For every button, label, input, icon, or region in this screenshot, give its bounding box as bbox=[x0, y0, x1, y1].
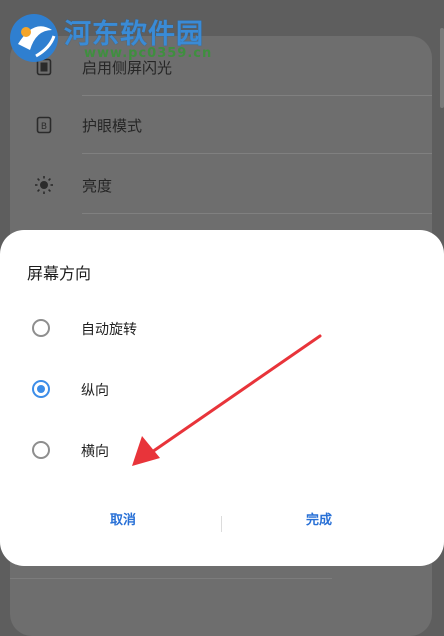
radio-dot bbox=[37, 385, 45, 393]
done-button[interactable]: 完成 bbox=[306, 509, 332, 528]
row-divider bbox=[10, 578, 332, 579]
scrollbar bbox=[440, 28, 444, 108]
cancel-button[interactable]: 取消 bbox=[110, 509, 136, 528]
option-portrait[interactable]: 纵向 bbox=[0, 363, 444, 419]
row-divider bbox=[82, 153, 432, 154]
option-landscape[interactable]: 横向 bbox=[0, 424, 444, 480]
option-label: 横向 bbox=[81, 444, 109, 460]
watermark-logo-icon bbox=[6, 10, 62, 66]
radio-unselected[interactable] bbox=[32, 441, 50, 459]
svg-text:B: B bbox=[41, 122, 47, 132]
radio-selected[interactable] bbox=[32, 380, 50, 398]
option-label: 自动旋转 bbox=[81, 322, 137, 338]
settings-row-eye-comfort: B 护眼模式 bbox=[10, 96, 432, 154]
button-divider bbox=[221, 516, 222, 532]
dialog-title: 屏幕方向 bbox=[27, 264, 92, 283]
option-label: 纵向 bbox=[81, 383, 109, 399]
eye-comfort-icon: B bbox=[34, 115, 54, 135]
settings-row-label: 护眼模式 bbox=[82, 116, 143, 135]
screen-orientation-dialog: 屏幕方向 自动旋转 纵向 横向 取消 完成 bbox=[0, 230, 444, 566]
settings-row-label: 亮度 bbox=[82, 176, 113, 195]
radio-unselected[interactable] bbox=[32, 319, 50, 337]
row-divider bbox=[82, 213, 432, 214]
watermark-url: www.pc0359.cn bbox=[84, 46, 213, 61]
brightness-sun-icon bbox=[34, 175, 54, 195]
option-auto-rotate[interactable]: 自动旋转 bbox=[0, 302, 444, 358]
settings-row-brightness: 亮度 bbox=[10, 156, 432, 214]
